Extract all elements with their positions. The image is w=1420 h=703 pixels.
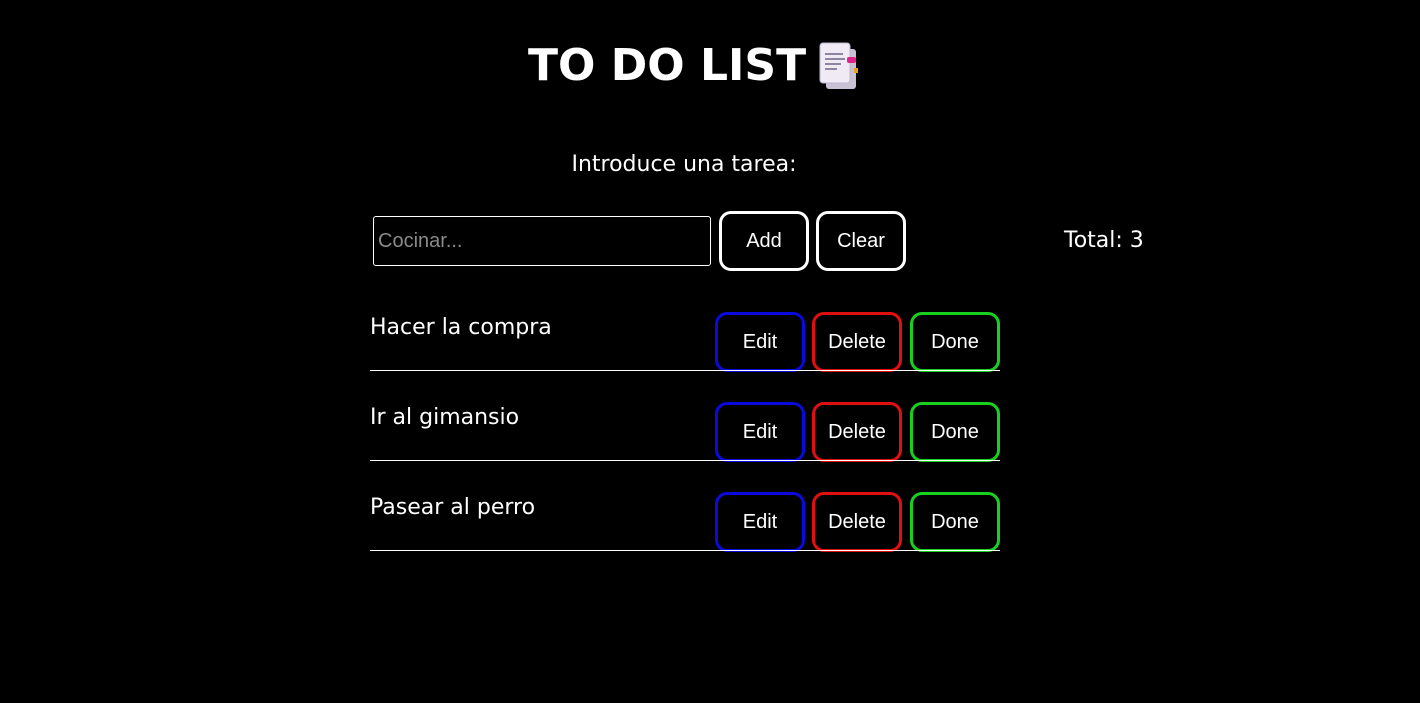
task-row: Ir al gimansio Edit Delete Done bbox=[370, 371, 1000, 462]
delete-button[interactable]: Delete bbox=[812, 492, 902, 552]
done-button[interactable]: Done bbox=[910, 402, 1000, 462]
task-row: Pasear al perro Edit Delete Done bbox=[370, 461, 1000, 552]
task-row: Hacer la compra Edit Delete Done bbox=[370, 281, 1000, 372]
delete-button[interactable]: Delete bbox=[812, 312, 902, 372]
add-button[interactable]: Add bbox=[719, 211, 809, 271]
task-label: Ir al gimansio bbox=[370, 405, 520, 430]
edit-button[interactable]: Edit bbox=[715, 492, 805, 552]
done-button[interactable]: Done bbox=[910, 492, 1000, 552]
document-icon bbox=[819, 42, 859, 89]
page-title-text: TO DO LIST bbox=[528, 40, 807, 91]
total-count: Total: 3 bbox=[1064, 228, 1144, 253]
clear-button[interactable]: Clear bbox=[816, 211, 906, 271]
page-title: TO DO LIST bbox=[528, 36, 862, 96]
task-label: Pasear al perro bbox=[370, 495, 536, 520]
task-prompt-label: Introduce una tarea: bbox=[571, 152, 797, 177]
edit-button[interactable]: Edit bbox=[715, 312, 805, 372]
task-input[interactable] bbox=[373, 216, 711, 266]
row-divider bbox=[370, 550, 1000, 551]
edit-button[interactable]: Edit bbox=[715, 402, 805, 462]
task-label: Hacer la compra bbox=[370, 315, 552, 340]
delete-button[interactable]: Delete bbox=[812, 402, 902, 462]
done-button[interactable]: Done bbox=[910, 312, 1000, 372]
